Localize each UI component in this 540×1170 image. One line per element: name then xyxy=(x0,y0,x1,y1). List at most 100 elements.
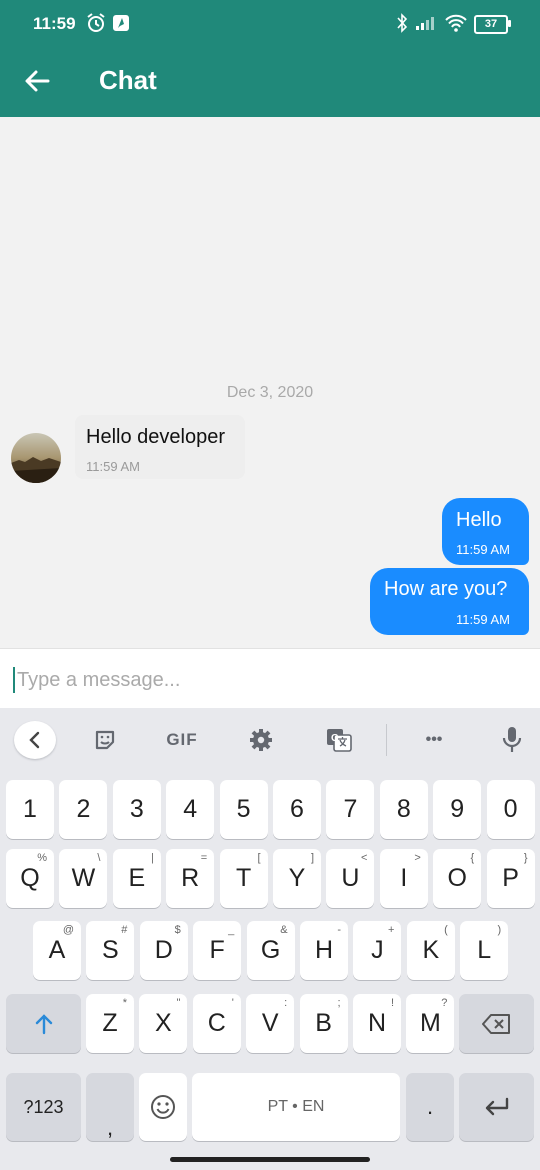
key-label: I xyxy=(400,864,408,892)
gif-label: GIF xyxy=(166,730,198,749)
key-l[interactable]: L) xyxy=(460,921,509,980)
key-h[interactable]: H- xyxy=(300,921,348,980)
key-a[interactable]: A @ xyxy=(33,921,81,980)
key-label: A xyxy=(48,936,66,964)
key-z[interactable]: Z * xyxy=(86,994,134,1053)
key-label: Y xyxy=(288,864,306,892)
key-n[interactable]: N! xyxy=(353,994,401,1053)
settings-button[interactable] xyxy=(244,722,278,758)
key-hint: ; xyxy=(337,997,341,1009)
collapse-toolbar-button[interactable] xyxy=(14,721,56,759)
key-hint: + xyxy=(387,924,395,936)
message-time: 11:59 AM xyxy=(456,542,510,557)
key-hint: < xyxy=(360,852,368,864)
composer xyxy=(0,648,540,709)
key-t[interactable]: T[ xyxy=(219,849,268,908)
space-key[interactable]: PT • EN xyxy=(192,1073,400,1141)
key-j[interactable]: J + xyxy=(353,921,402,980)
key-s[interactable]: S # xyxy=(86,921,135,980)
message-input[interactable] xyxy=(15,661,519,699)
key-label: 5 xyxy=(236,795,251,823)
key-q[interactable]: Q% xyxy=(6,849,54,908)
key-3[interactable]: 3 xyxy=(112,780,161,839)
key-7[interactable]: 7 xyxy=(326,780,375,839)
back-arrow-icon[interactable] xyxy=(22,66,52,96)
period-key[interactable]: . xyxy=(406,1073,454,1141)
status-time: 11:59 xyxy=(33,14,76,33)
key-label: 8 xyxy=(396,795,411,823)
key-r[interactable]: R = xyxy=(166,849,215,908)
app-bar: Chat xyxy=(0,48,540,117)
key-w[interactable]: W \ xyxy=(59,849,108,908)
key-8[interactable]: 8 xyxy=(379,780,428,839)
key-y[interactable]: Y] xyxy=(273,849,321,908)
shift-key[interactable] xyxy=(6,994,81,1053)
avatar[interactable] xyxy=(11,433,61,483)
symbols-key[interactable]: ?123 xyxy=(6,1073,81,1141)
key-hint: " xyxy=(176,997,181,1009)
key-label: Z xyxy=(102,1009,118,1037)
key-e[interactable]: E | xyxy=(112,849,161,908)
enter-key[interactable] xyxy=(459,1073,534,1141)
key-4[interactable]: 4 xyxy=(166,780,215,839)
outgoing-message[interactable]: How are you? 11:59 AM xyxy=(370,568,529,635)
key-5[interactable]: 5 xyxy=(219,780,268,839)
voice-input-button[interactable] xyxy=(496,722,528,758)
key-2[interactable]: 2 xyxy=(59,780,108,839)
key-hint: * xyxy=(122,997,127,1009)
key-g[interactable]: G & xyxy=(246,921,295,980)
key-label: N xyxy=(367,1009,387,1037)
key-label: H xyxy=(314,936,334,964)
toolbar-divider xyxy=(386,724,387,756)
key-v[interactable]: V: xyxy=(246,994,295,1053)
message-list[interactable]: Dec 3, 2020 Hello developer 11:59 AM Hel… xyxy=(0,117,540,648)
key-k[interactable]: K( xyxy=(406,921,455,980)
gear-icon xyxy=(250,729,272,751)
battery-tip xyxy=(508,20,511,27)
signal-icon xyxy=(416,17,434,30)
key-hint: @ xyxy=(62,924,74,936)
key-label: 4 xyxy=(183,795,198,823)
more-button[interactable]: ••• xyxy=(414,722,454,758)
key-u[interactable]: U < xyxy=(326,849,375,908)
key-f[interactable]: F _ xyxy=(193,921,242,980)
emoji-key[interactable] xyxy=(139,1073,187,1141)
translate-button[interactable]: G xyxy=(322,722,356,758)
key-p[interactable]: P} xyxy=(486,849,535,908)
key-label: W xyxy=(71,864,96,892)
shift-arrow-icon xyxy=(35,1013,52,1034)
key-label: C xyxy=(207,1009,226,1037)
key-hint: ( xyxy=(444,924,448,936)
key-o[interactable]: O{ xyxy=(433,849,482,908)
key-label: 2 xyxy=(76,795,91,823)
key-m[interactable]: M? xyxy=(406,994,455,1053)
status-bar: 11:59 37 xyxy=(0,0,540,48)
key-b[interactable]: B; xyxy=(299,994,348,1053)
key-6[interactable]: 6 xyxy=(273,780,321,839)
home-indicator[interactable] xyxy=(170,1157,370,1162)
key-d[interactable]: D $ xyxy=(139,921,188,980)
key-c[interactable]: C ' xyxy=(192,994,241,1053)
key-9[interactable]: 9 xyxy=(433,780,482,839)
key-label: E xyxy=(128,864,146,892)
page-title: Chat xyxy=(99,65,157,95)
gif-button[interactable]: GIF xyxy=(160,722,204,758)
sticker-button[interactable] xyxy=(88,722,122,758)
key-hint: > xyxy=(414,852,421,864)
backspace-key[interactable] xyxy=(459,994,534,1053)
key-label: D xyxy=(154,936,173,964)
key-1[interactable]: 1 xyxy=(6,780,54,839)
key-x[interactable]: X " xyxy=(139,994,188,1053)
more-label: ••• xyxy=(425,731,443,748)
key-hint: ] xyxy=(310,852,314,864)
key-i[interactable]: I > xyxy=(379,849,428,908)
key-hint: : xyxy=(284,997,288,1009)
incoming-message[interactable]: Hello developer 11:59 AM xyxy=(75,415,245,479)
comma-key[interactable]: , xyxy=(86,1073,134,1141)
key-hint: # xyxy=(121,924,128,936)
key-label: O xyxy=(447,864,467,892)
key-hint: \ xyxy=(97,852,101,864)
key-label: K xyxy=(422,936,440,964)
key-0[interactable]: 0 xyxy=(486,780,535,839)
outgoing-message[interactable]: Hello 11:59 AM xyxy=(442,498,529,565)
